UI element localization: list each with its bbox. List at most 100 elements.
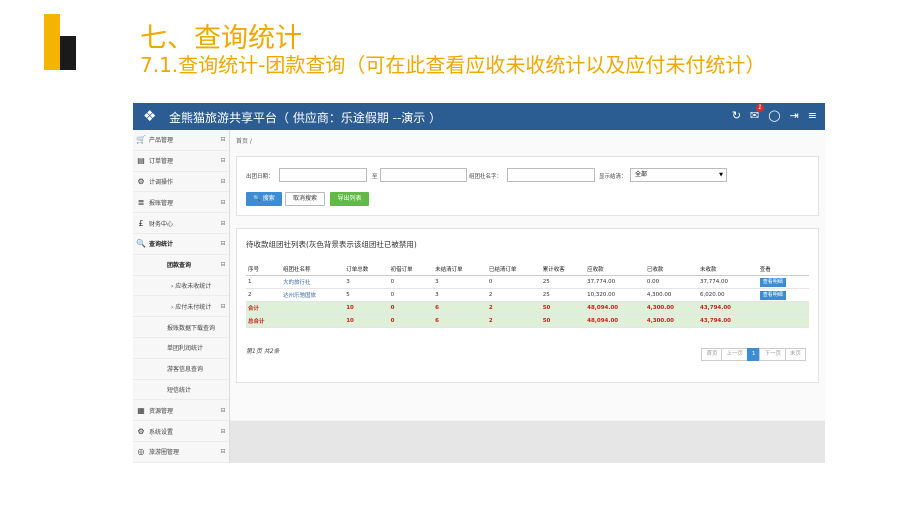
report-icon: ≣ [137,197,145,207]
cell-unreceived: 37,774.00 [698,275,758,289]
sidebar-item-0[interactable]: 🛒 产品管理 ⊟ [133,130,229,151]
pager-button-1[interactable]: 上一页 [721,348,748,361]
chat-icon[interactable]: ◯ [768,109,780,122]
sidebar-item-label: 短信统计 [167,386,192,394]
gear-icon: ⚙ [137,426,145,436]
pager-button-4[interactable]: 末页 [784,348,806,361]
sidebar-item-1[interactable]: ▤ 订单管理 ⊟ [133,151,229,172]
total-cell: 50 [540,314,586,328]
cell-received: 4,300.00 [644,288,698,302]
export-list-button[interactable]: 导出列表 [330,192,369,206]
cell-value: 25 [542,292,550,298]
agency-link[interactable]: 达州乐驰国旅 [283,293,316,299]
cell-value: 3 [435,279,439,285]
cell-unreceived: 6,020.00 [698,288,758,302]
view-detail-button[interactable]: 查看明细 [759,277,786,287]
sidebar-item-4[interactable]: £ 财务中心 ⊟ [133,213,229,234]
sidebar-item-label: 查询统计 [149,241,174,249]
agency-link[interactable]: 大的旅行社 [283,280,311,286]
collapse-icon[interactable]: ⊟ [217,178,229,185]
cancel-search-button[interactable]: 取消搜索 [285,192,325,206]
totals-row: 总合计 10 0 6 2 50 48,094.00 4,300.00 43,794.00 [246,314,809,328]
agency-name-input[interactable] [507,168,595,182]
clear-status-select[interactable]: 全部 ▼ [630,168,727,182]
view-detail-button[interactable]: 查看明细 [759,290,786,300]
breadcrumb[interactable]: 首页 / [236,136,252,145]
sidebar-item-14[interactable]: ⚙ 系统设置 ⊟ [133,421,229,442]
collapse-icon[interactable]: ⊟ [217,407,229,414]
cell-unsettled: 3 [433,288,487,302]
sidebar-item-13[interactable]: ▦ 资源管理 ⊟ [133,400,229,422]
total-cell: 0 [388,301,434,315]
cell-no: 1 [246,275,282,289]
sidebar-item-2[interactable]: ⚙ 计调操作 ⊟ [133,172,229,193]
total-cell: 10 [344,301,389,315]
column-header: 订单总数 [344,263,389,276]
slide-title: 七、查询统计 [140,23,302,54]
pagination: 首页 上一页 1 下一页 末页 [701,348,806,361]
sidebar-item-10[interactable]: 单团利润统计 [133,338,229,359]
cell-value: 0 [390,292,395,298]
cell-name: 大的旅行社 [281,275,345,289]
finance-icon: £ [138,218,144,228]
dispatch-icon: ⚙ [137,176,145,186]
sidebar-item-7[interactable]: › 应收未收统计 [133,276,229,297]
logo-yellow-bar [44,14,60,70]
total-cell [281,314,345,328]
main-content: 首页 / 出团日期： 至 组团社名字： 显示结清： 全部 ▼ 🔍 搜索 取消搜索 … [230,130,825,420]
cell-receivable: 10,320.00 [585,288,645,302]
menu-icon[interactable]: ≡ [808,109,817,122]
sidebar-item-8[interactable]: › 应付未付统计 ⊟ [133,296,229,318]
total-cell: 4,300.00 [644,301,698,315]
refresh-icon[interactable]: ↻ [732,109,741,122]
cell-value: 5 [346,292,350,298]
sidebar-item-5[interactable]: 🔍 查询统计 ⊟ [133,234,229,255]
total-cell: 4,300.00 [644,314,698,328]
cell-value: 2 [488,292,493,298]
logout-icon[interactable]: ⇥ [790,109,799,122]
column-header: 累计收客 [540,263,586,276]
pager-button-0[interactable]: 首页 [701,348,723,361]
collapse-icon[interactable]: ⊟ [217,428,229,435]
sidebar-item-label: 产品管理 [149,137,174,145]
date-label: 出团日期： [246,174,274,180]
mail-icon[interactable]: ✉ 1 [750,104,764,122]
date-start-input[interactable] [279,168,367,182]
collapse-icon[interactable]: ⊟ [217,303,229,310]
sidebar-item-12[interactable]: 短信统计 [133,380,229,401]
list-title: 待收款组团社列表(灰色背景表示该组团社已被禁用) [246,240,417,249]
collapse-icon[interactable]: ⊟ [217,240,229,247]
collapse-icon[interactable]: ⊟ [217,136,229,143]
collapse-icon[interactable]: ⊟ [217,261,229,268]
collapse-icon[interactable]: ⊟ [217,448,229,455]
search-icon: 🔍 [136,239,146,249]
cell-value: 1 [248,279,252,285]
slide-subtitle: 7.1.查询统计-团款查询（可在此查看应收未收统计以及应付未付统计） [140,53,766,77]
collapse-icon[interactable]: ⊟ [217,157,229,164]
total-cell: 43,794.00 [698,314,758,328]
top-navbar: ❖ 金熊猫旅游共享平台（ 供应商：乐途假期 --演示 ） ↻ ✉ 1 ◯ ⇥ ≡ [133,103,825,130]
filter-panel: 出团日期： 至 组团社名字： 显示结清： 全部 ▼ 🔍 搜索 取消搜索 导出列表 [236,156,819,216]
collapse-icon[interactable]: ⊟ [217,199,229,206]
logo-black-bar [60,36,76,70]
sidebar-item-15[interactable]: ◎ 旅游圈管理 ⊟ [133,442,229,463]
pager-button-3[interactable]: 下一页 [759,348,786,361]
collapse-icon[interactable]: ⊟ [217,220,229,227]
pager-button-2[interactable]: 1 [746,348,761,361]
sidebar-item-11[interactable]: 游客信息查询 [133,359,229,380]
cell-action: 查看明细 [757,275,809,289]
cell-receivable: 37,774.00 [585,275,645,289]
sidebar-item-label: 计调操作 [149,178,174,186]
total-cell: 2 [486,314,541,328]
app-title: 金熊猫旅游共享平台（ 供应商：乐途假期 --演示 ） [169,111,442,125]
sidebar-item-label: 财务中心 [149,220,174,228]
sidebar-item-9[interactable]: 报账数据下载查询 [133,317,229,338]
receivables-table: 序号 组团社名称 订单总数 初借订单 未结清订单 已结清订单 累计收客 应收款 已收款 未收款 查看… [246,263,809,328]
date-end-input[interactable] [380,168,467,182]
resource-icon: ▦ [137,405,145,415]
sidebar-item-6[interactable]: 团款查询 ⊟ [133,255,229,276]
search-button[interactable]: 🔍 搜索 [246,192,282,206]
total-cell: 总合计 [246,314,282,328]
topbar-actions: ↻ ✉ 1 ◯ ⇥ ≡ [732,104,817,122]
sidebar-item-3[interactable]: ≣ 报账管理 ⊟ [133,192,229,214]
